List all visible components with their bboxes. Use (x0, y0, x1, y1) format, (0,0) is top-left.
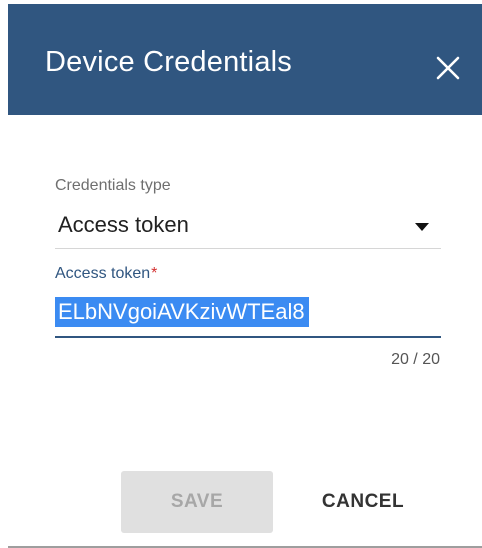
dialog-header: Device Credentials (8, 4, 482, 115)
dialog-title: Device Credentials (45, 46, 292, 78)
credentials-type-value: Access token (58, 212, 189, 237)
dropdown-arrow-icon (414, 222, 430, 232)
access-token-label-text: Access token (55, 265, 151, 282)
close-button[interactable] (432, 52, 464, 84)
access-token-value[interactable]: ELbNVgoiAVKzivWTEal8 (55, 297, 309, 327)
credentials-type-label: Credentials type (55, 177, 171, 194)
character-counter: 20 / 20 (391, 351, 440, 368)
cancel-button[interactable]: CANCEL (289, 471, 437, 533)
access-token-label: Access token* (55, 264, 157, 284)
credentials-type-select[interactable]: Access token (55, 208, 441, 249)
required-marker: * (151, 265, 158, 282)
device-credentials-dialog: Device Credentials Credentials type Acce… (0, 0, 482, 548)
save-button[interactable]: SAVE (121, 471, 273, 533)
access-token-input[interactable]: ELbNVgoiAVKzivWTEal8 (55, 290, 441, 338)
close-icon (436, 56, 460, 80)
